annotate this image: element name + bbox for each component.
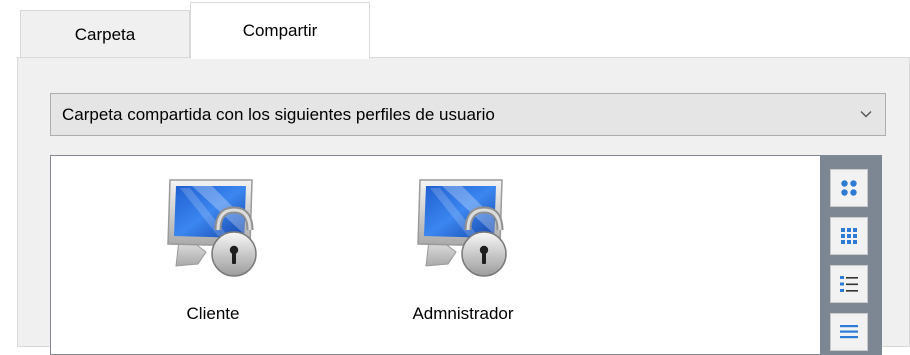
locked-monitor-icon xyxy=(158,174,268,284)
tab-label: Carpeta xyxy=(74,24,136,44)
details-view-button[interactable] xyxy=(830,313,868,351)
list-view-icon xyxy=(840,276,858,292)
tab-label: Compartir xyxy=(242,21,318,40)
profile-label: Admnistrador xyxy=(412,304,514,323)
share-mode-dropdown[interactable]: Carpeta compartida con los siguientes pe… xyxy=(50,93,886,136)
profile-list[interactable]: Cliente Admnistrador xyxy=(50,155,882,355)
small-icons-view-button[interactable] xyxy=(830,217,868,255)
view-mode-toolbar xyxy=(820,155,882,355)
profile-label: Cliente xyxy=(186,304,240,323)
tab-compartir[interactable]: Compartir xyxy=(190,2,370,59)
dropdown-value: Carpeta compartida con los siguientes pe… xyxy=(62,104,495,124)
tab-carpeta[interactable]: Carpeta xyxy=(20,10,190,58)
locked-monitor-icon xyxy=(408,174,518,284)
profile-item-cliente[interactable]: Cliente xyxy=(123,174,303,323)
list-view-button[interactable] xyxy=(830,265,868,303)
tab-strip: Carpeta Compartir xyxy=(0,0,910,59)
chevron-down-icon xyxy=(860,111,872,118)
small-icons-view-icon xyxy=(841,228,857,244)
large-icons-view-icon xyxy=(841,180,857,196)
large-icons-view-button[interactable] xyxy=(830,169,868,207)
profile-item-admnistrador[interactable]: Admnistrador xyxy=(373,174,553,323)
details-view-icon xyxy=(840,325,858,339)
